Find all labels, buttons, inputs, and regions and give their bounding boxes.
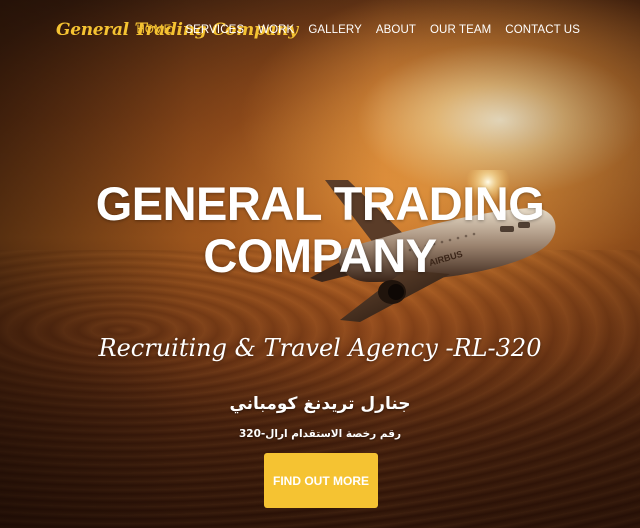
hero-headline-line2: COMPANY [203,229,437,282]
find-out-more-button[interactable]: FIND OUT MORE [264,453,378,508]
hero-arabic-title: جنارل تريدنغ كومباني [229,394,411,414]
nav-our-team[interactable]: OUR TEAM [430,24,491,36]
main-nav: HOME SERVICES WORK GALLERY ABOUT OUR TEA… [136,24,580,36]
nav-contact-us[interactable]: CONTACT US [505,24,580,36]
hero-headline-line1: GENERAL TRADING [95,177,545,230]
hero-subtitle: Recruiting & Travel Agency -RL-320 [98,334,542,362]
nav-services[interactable]: SERVICES [185,24,244,36]
hero-headline: GENERAL TRADING COMPANY [0,178,640,282]
nav-home[interactable]: HOME [136,24,171,36]
nav-work[interactable]: WORK [258,24,294,36]
nav-about[interactable]: ABOUT [376,24,416,36]
hero-arabic-license: رقم رخصة الاستقدام ارال-320 [238,428,402,440]
nav-gallery[interactable]: GALLERY [308,24,362,36]
